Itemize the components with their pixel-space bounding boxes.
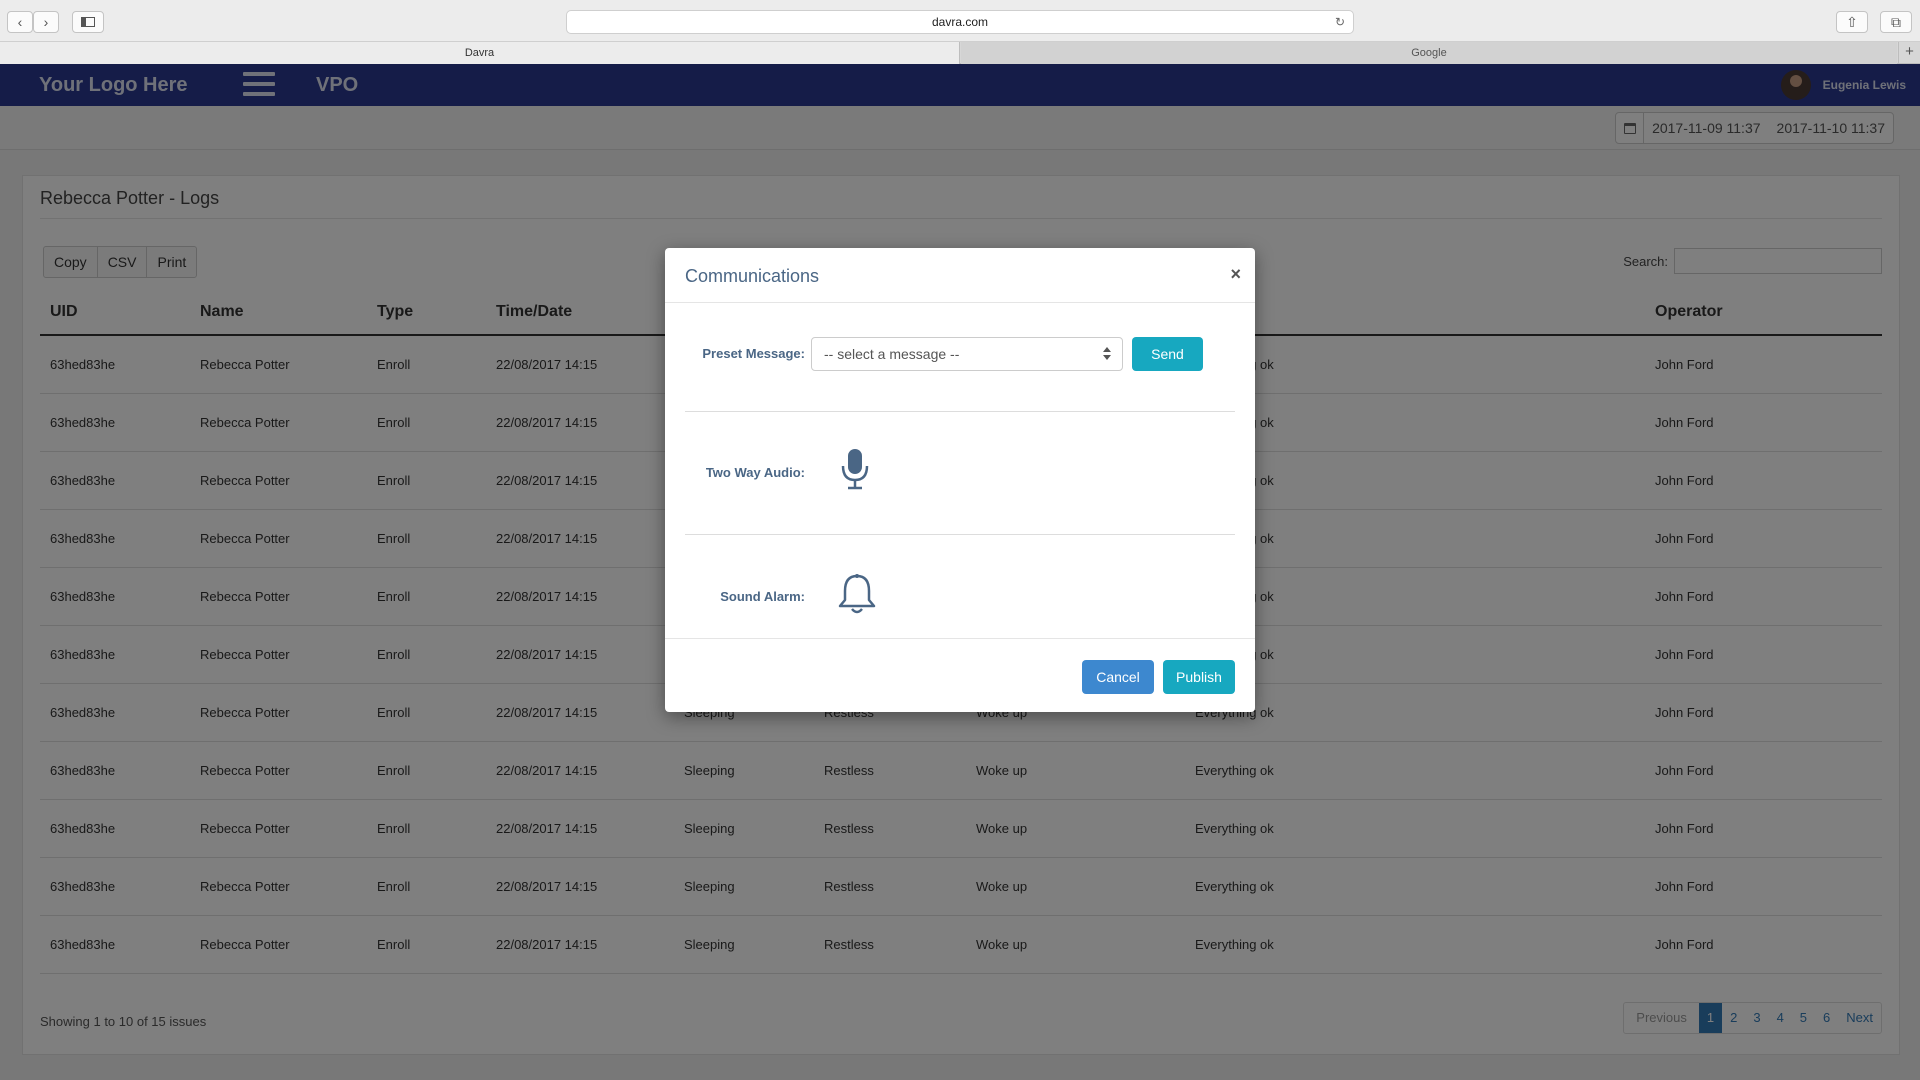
select-value: -- select a message -- — [824, 346, 960, 362]
modal-title: Communications — [685, 266, 820, 286]
new-tab-button[interactable]: + — [1898, 42, 1920, 64]
tabs-icon: ⧉ — [1891, 14, 1901, 30]
microphone-icon[interactable] — [840, 448, 870, 495]
preset-message-select[interactable]: -- select a message -- — [811, 337, 1123, 371]
communications-modal: Communications × Preset Message: -- sele… — [665, 248, 1255, 712]
forward-button[interactable]: › — [33, 11, 59, 33]
close-icon[interactable]: × — [1230, 264, 1241, 285]
browser-tabs: Davra Google + — [0, 42, 1920, 64]
two-way-audio-label: Two Way Audio: — [705, 465, 805, 480]
modal-divider — [685, 411, 1235, 412]
preset-message-label: Preset Message: — [702, 346, 805, 361]
sound-alarm-label: Sound Alarm: — [720, 589, 805, 604]
back-button[interactable]: ‹ — [7, 11, 33, 33]
modal-footer: Cancel Publish — [665, 638, 1255, 712]
tab-google[interactable]: Google — [961, 42, 1897, 64]
bell-icon[interactable] — [837, 573, 877, 620]
modal-header: Communications × — [665, 248, 1255, 303]
url-text: davra.com — [931, 15, 989, 29]
tab-davra[interactable]: Davra — [0, 42, 960, 64]
share-button[interactable]: ⇧ — [1836, 11, 1868, 33]
send-button[interactable]: Send — [1132, 337, 1203, 371]
select-arrows-icon — [1102, 347, 1112, 361]
share-icon: ⇧ — [1846, 14, 1858, 30]
publish-button[interactable]: Publish — [1163, 660, 1235, 694]
modal-divider — [685, 534, 1235, 535]
browser-chrome: ‹ › davra.com ↻ ⇧ ⧉ — [0, 0, 1920, 42]
cancel-button[interactable]: Cancel — [1082, 660, 1154, 694]
sidebar-icon — [81, 17, 95, 27]
address-bar[interactable]: davra.com ↻ — [566, 10, 1354, 34]
reload-icon[interactable]: ↻ — [1335, 11, 1345, 33]
tabs-overview-button[interactable]: ⧉ — [1880, 11, 1912, 33]
sidebar-toggle-button[interactable] — [72, 11, 104, 33]
